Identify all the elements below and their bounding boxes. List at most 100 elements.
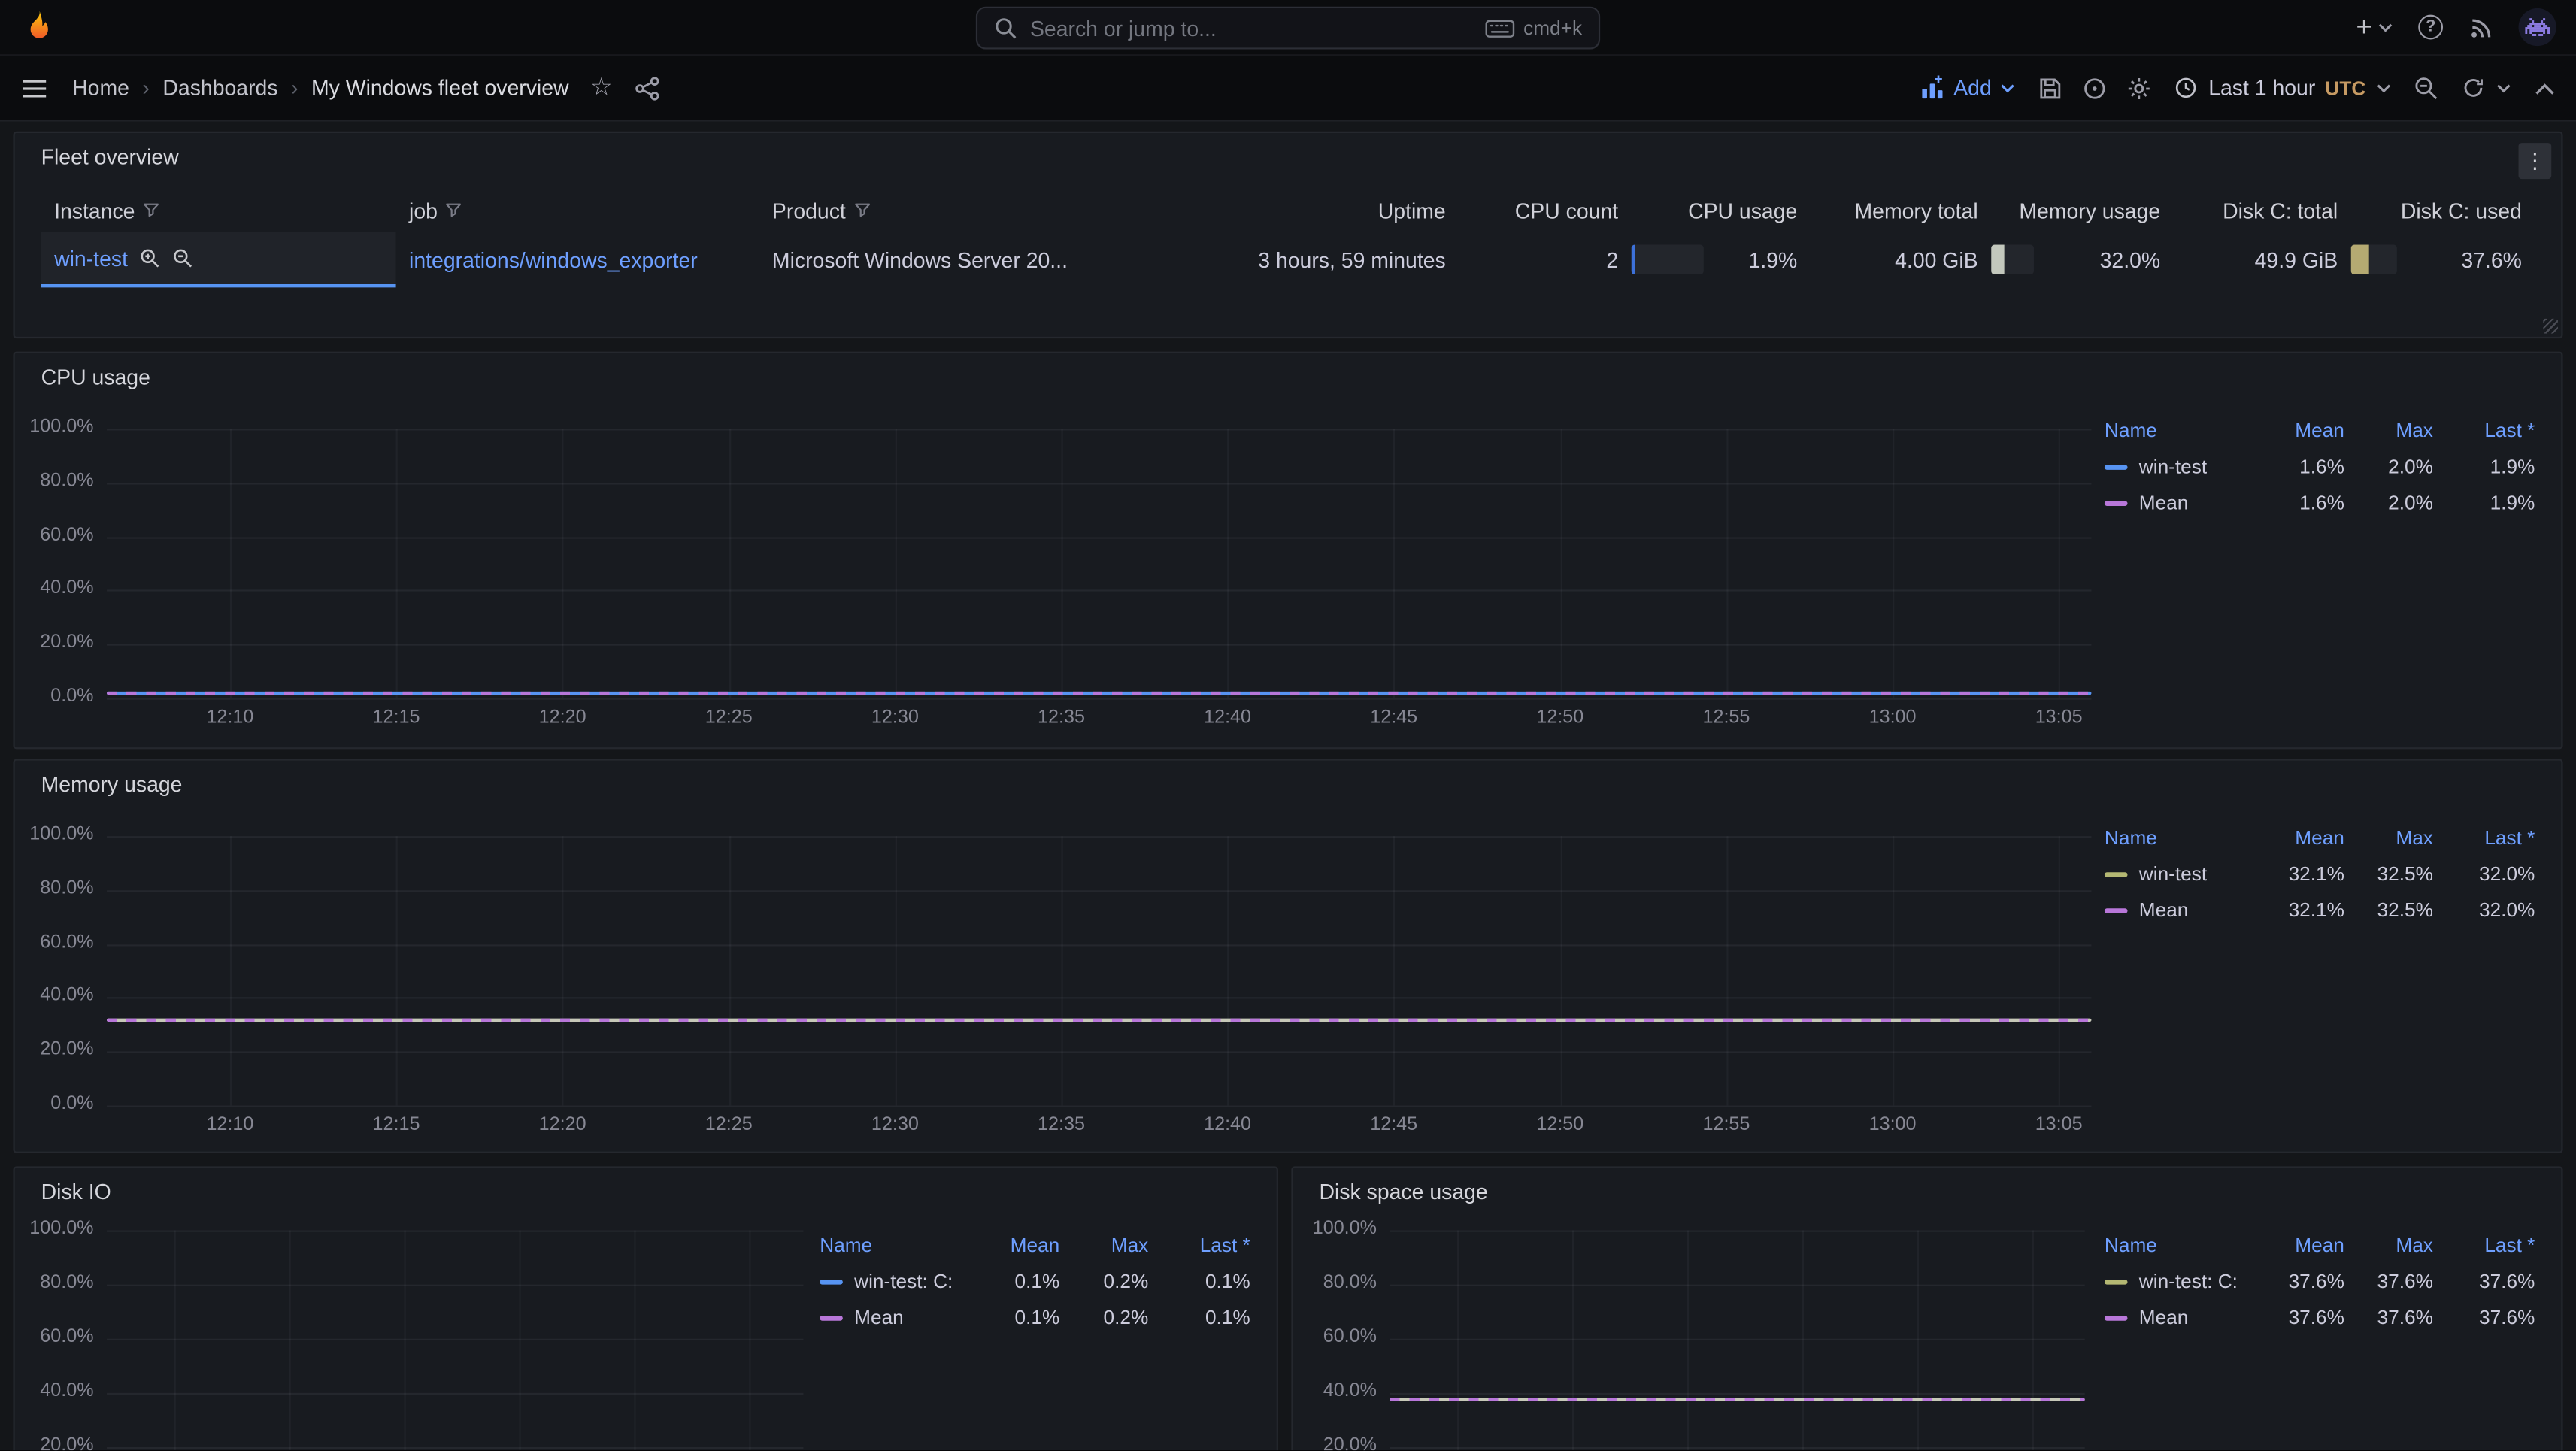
column-header-job[interactable]: job (396, 198, 759, 223)
question-mark-icon: ? (2418, 15, 2443, 40)
column-header-memory-total[interactable]: Memory total (1811, 198, 1991, 223)
search-input-box[interactable]: cmd+k (976, 7, 1600, 50)
help-button[interactable]: ? (2418, 15, 2443, 40)
v-gridline (895, 429, 896, 698)
h-gridline (107, 1393, 803, 1395)
v-gridline (895, 836, 896, 1105)
column-header-uptime[interactable]: Uptime (1153, 198, 1459, 223)
v-gridline (2059, 429, 2060, 698)
legend-series-mean[interactable]: Mean (2105, 1306, 2253, 1329)
legend-series-win-test[interactable]: win-test (2105, 862, 2253, 886)
x-axis-label: 12:30 (854, 708, 936, 728)
y-axis-label: 80.0% (15, 471, 94, 491)
y-axis-label: 20.0% (15, 633, 94, 653)
legend-series-mean[interactable]: Mean (2105, 898, 2253, 922)
column-header-cpu-count[interactable]: CPU count (1459, 198, 1631, 223)
x-axis-label: 13:00 (1851, 1116, 1933, 1135)
legend-series-mean[interactable]: Mean (820, 1306, 968, 1329)
h-gridline (1390, 1393, 2084, 1395)
v-gridline (729, 836, 730, 1105)
h-gridline (1390, 1285, 2084, 1286)
v-gridline (174, 1231, 176, 1451)
instance-link[interactable]: win-test (54, 246, 128, 271)
column-header-disk-total[interactable]: Disk C: total (2174, 198, 2351, 223)
chevron-down-icon (2377, 20, 2394, 33)
v-gridline (1572, 1231, 1574, 1451)
zoom-in-icon[interactable] (139, 247, 160, 268)
product-cell: Microsoft Windows Server 20... (759, 232, 1153, 287)
x-axis-label: 12:25 (688, 1116, 770, 1135)
mega-menu-toggle[interactable] (20, 74, 49, 101)
instance-cell[interactable]: win-test (41, 232, 396, 287)
dashboard-settings-button[interactable] (2126, 74, 2153, 101)
memory-total-cell: 4.00 GiB (1811, 232, 1991, 287)
favorite-star-button[interactable]: ☆ (590, 76, 612, 101)
h-gridline (107, 836, 2091, 838)
time-range-picker[interactable]: Last 1 hour UTC (2174, 76, 2392, 101)
save-dashboard-button[interactable] (2038, 74, 2064, 101)
y-axis-label: 80.0% (15, 1273, 94, 1292)
cpu-count-cell: 2 (1459, 232, 1631, 287)
job-link[interactable]: integrations/windows_exporter (409, 247, 698, 272)
v-gridline (2032, 1231, 2034, 1451)
column-header-instance[interactable]: Instance (41, 198, 396, 223)
legend-series-mean[interactable]: Mean (2105, 491, 2253, 514)
cpu-usage-gauge (1632, 245, 1704, 274)
legend-series-win-test-c[interactable]: win-test: C: (820, 1270, 968, 1293)
column-header-memory-usage[interactable]: Memory usage (1991, 198, 2174, 223)
v-gridline (1802, 1231, 1804, 1451)
h-gridline (107, 644, 2091, 646)
user-avatar[interactable] (2519, 8, 2556, 46)
panel-title[interactable]: Fleet overview (41, 144, 179, 169)
collapse-toolbar-button[interactable] (2533, 80, 2556, 96)
column-header-product[interactable]: Product (759, 198, 1153, 223)
v-gridline (1457, 1231, 1459, 1451)
memory-usage-gauge (1991, 245, 2034, 274)
search-shortcut-hint: cmd+k (1486, 17, 1582, 40)
refresh-interval-caret[interactable] (2496, 81, 2512, 94)
h-gridline (107, 483, 2091, 484)
memory-legend: Name Mean Max Last * win-test 32.1% 32.5… (2105, 819, 2535, 928)
legend-header: Name Mean Max Last * (2105, 1227, 2535, 1263)
chevron-down-icon (2375, 81, 2392, 94)
zoom-out-icon[interactable] (172, 247, 193, 268)
add-panel-button[interactable]: Add (1921, 76, 2017, 101)
filter-icon[interactable] (854, 202, 871, 219)
panel-menu-button[interactable]: ⋮ (2519, 143, 2552, 179)
panel-fleet-overview: Fleet overview ⋮ Instance job Product (13, 132, 2562, 338)
fleet-table: Instance job Product Uptime CPU count CP… (41, 189, 2535, 287)
v-gridline (230, 836, 232, 1105)
y-axis-label: 80.0% (15, 879, 94, 898)
x-axis-label: 12:40 (1186, 1116, 1268, 1135)
y-axis-label: 40.0% (15, 579, 94, 598)
refresh-button[interactable] (2461, 76, 2486, 101)
y-axis-label: 60.0% (1295, 1327, 1377, 1346)
y-axis-label: 100.0% (1295, 1219, 1377, 1238)
y-axis-label: 60.0% (15, 525, 94, 544)
v-gridline (1726, 429, 1728, 698)
breadcrumb-dashboards[interactable]: Dashboards (162, 76, 277, 101)
legend-series-win-test[interactable]: win-test (2105, 455, 2253, 478)
panel-resize-handle[interactable] (2543, 319, 2558, 334)
new-menu-button[interactable]: + (2356, 13, 2393, 41)
column-header-disk-used[interactable]: Disk C: used (2351, 198, 2535, 223)
legend-row: win-test 1.6% 2.0% 1.9% (2105, 448, 2535, 484)
h-gridline (1390, 1339, 2084, 1340)
legend-header: Name Mean Max Last * (820, 1227, 1250, 1263)
dashboard-insights-button[interactable] (2082, 74, 2108, 101)
news-button[interactable] (2468, 14, 2494, 41)
filter-icon[interactable] (143, 202, 159, 219)
legend-series-win-test-c[interactable]: win-test: C: (2105, 1270, 2253, 1293)
zoom-out-time-button[interactable] (2414, 74, 2440, 101)
breadcrumb-home[interactable]: Home (72, 76, 129, 101)
column-header-cpu-usage[interactable]: CPU usage (1632, 198, 1811, 223)
v-gridline (562, 429, 564, 698)
hamburger-icon (20, 74, 49, 101)
search-input[interactable] (1030, 16, 1472, 41)
filter-icon[interactable] (446, 202, 462, 219)
v-gridline (396, 429, 398, 698)
legend-row: Mean 0.1% 0.2% 0.1% (820, 1299, 1250, 1335)
grafana-logo[interactable] (20, 9, 56, 45)
share-button[interactable] (634, 74, 660, 101)
time-range-label: Last 1 hour (2208, 76, 2315, 101)
